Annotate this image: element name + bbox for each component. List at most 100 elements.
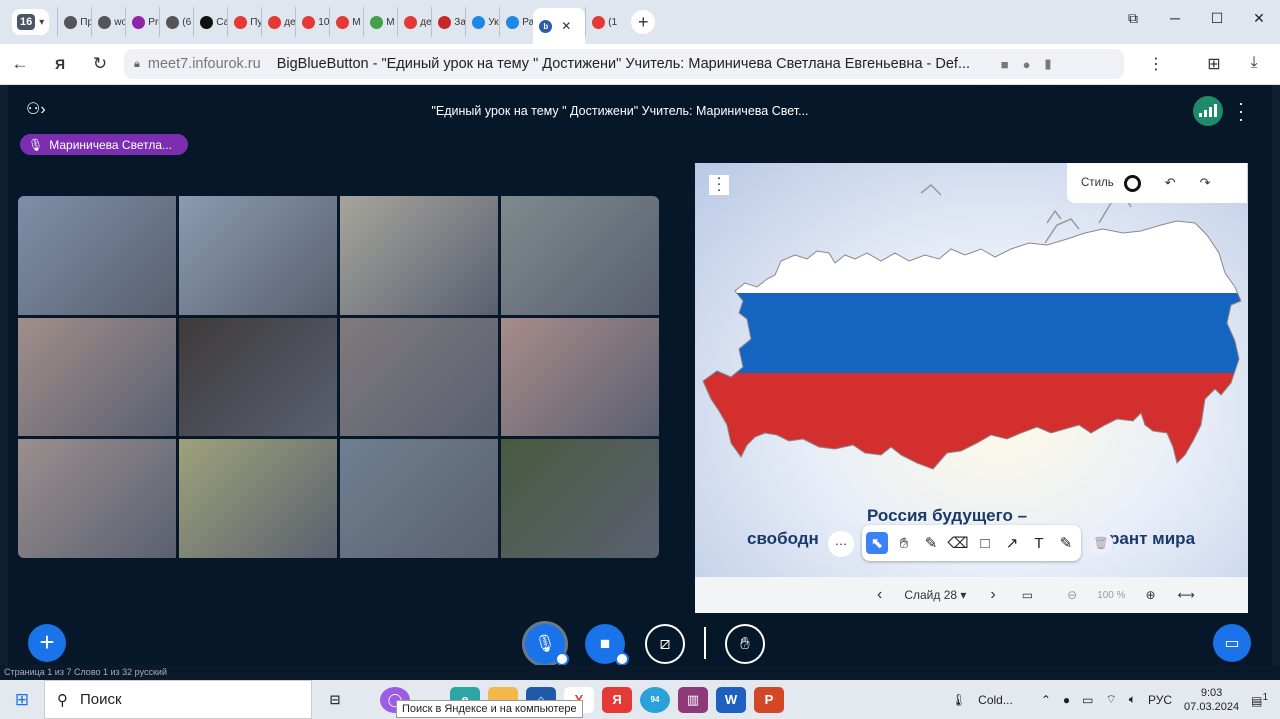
browser-tab[interactable]: Пу [227,7,261,37]
talking-user-name: Мариничева Светла... [49,137,173,152]
participant-video-tile[interactable] [340,317,498,437]
browser-tab-active[interactable]: b ✕ [533,8,586,44]
task-view-icon[interactable]: ⊟ [320,687,350,713]
network-icon[interactable]: ⌔ [1106,692,1117,707]
volume-icon[interactable]: 🔈︎ [1129,692,1136,707]
browser-tab[interactable]: За [431,7,465,37]
select-tool-icon[interactable]: ⬉ [866,532,888,554]
browser-tab[interactable]: (6 [159,7,193,37]
maximize-button[interactable]: ☐ [1196,10,1238,27]
eraser-icon[interactable]: ⌫ [947,532,969,554]
minimize-button[interactable]: ─ [1154,10,1196,26]
battery-icon[interactable]: ▭ [1082,693,1093,707]
weather-label[interactable]: Cold... [978,693,1013,707]
menu-dots-icon[interactable]: ⋮ [1136,54,1176,74]
collections-icon[interactable]: ⧉ [1112,10,1154,27]
slide-thumbnail-icon[interactable]: ▭ [1022,588,1033,602]
zoom-out-icon[interactable]: ⊖ [1067,588,1077,602]
participant-video-tile[interactable] [340,439,498,558]
notifications-icon[interactable]: ▤1 [1251,692,1268,708]
tab-label: М [386,16,395,28]
powerpoint-icon[interactable]: P [754,686,784,713]
browser-tab[interactable]: Пр [57,7,91,37]
download-icon[interactable]: ⤓ [1234,54,1274,74]
new-tab-button[interactable]: + [631,10,656,34]
divider [704,627,706,659]
winrar-icon[interactable]: ▥ [678,686,708,713]
yandex-icon[interactable]: Я [602,686,632,713]
browser-tab[interactable]: Ук [465,7,499,37]
browser-tab[interactable]: (1 [585,7,619,37]
close-tab-icon[interactable]: ✕ [561,19,571,33]
video-settings-badge[interactable] [615,652,629,666]
microphone-icon[interactable]: ● [1023,57,1031,72]
presentation-menu-icon[interactable]: · · · [709,170,729,197]
participant-video-tile[interactable] [501,317,659,437]
back-button[interactable]: ← [0,54,40,74]
pan-hand-icon[interactable]: ✋︎ [893,532,915,554]
audio-settings-badge[interactable] [555,652,569,666]
participant-video-tile[interactable] [179,196,337,315]
browser-tab[interactable]: Са [193,7,227,37]
participant-video-tile[interactable] [18,196,176,315]
bookmark-icon[interactable]: ▮ [1044,56,1051,72]
telegram-icon[interactable]: 94 [640,686,670,713]
arrow-icon[interactable]: ↗ [1001,532,1023,554]
more-tools-button[interactable]: … [828,531,854,557]
participant-video-tile[interactable] [18,439,176,558]
clock[interactable]: 9:03 07.03.2024 [1184,686,1239,714]
language-indicator[interactable]: РУС [1148,693,1172,707]
rectangle-icon[interactable]: □ [974,532,996,554]
pencil-icon[interactable]: ✎ [920,532,942,554]
chevron-up-icon[interactable]: ⌃ [1041,693,1051,707]
browser-tab[interactable]: Pri [125,7,159,37]
zoom-in-icon[interactable]: ⊕ [1146,588,1156,602]
options-menu-icon[interactable]: · · · [1238,94,1244,128]
taskbar-search[interactable]: ⚲ Поиск [44,680,312,719]
redo-icon[interactable]: ↷ [1200,175,1211,191]
participant-video-tile[interactable] [179,317,337,437]
tab-label: Ра [522,16,534,28]
browser-tab[interactable]: М [363,7,397,37]
next-slide-icon[interactable]: › [990,586,995,604]
camera-button[interactable]: ■ [585,624,629,666]
raise-hand-button[interactable]: ✋︎ [725,624,765,664]
camera-icon[interactable]: ■ [1001,57,1009,72]
yandex-home-icon[interactable]: Я [40,56,80,72]
bigbluebutton-icon: b [539,19,553,33]
sticky-note-icon[interactable]: ✎ [1055,532,1077,554]
weather-icon[interactable]: 🌡︎ [951,693,966,707]
participant-video-tile[interactable] [18,317,176,437]
url-field[interactable]: 🔒︎ meet7.infourok.ru BigBlueButton - "Ед… [124,49,1124,79]
microphone-button[interactable]: 🎙︎ [525,624,569,666]
browser-tab[interactable]: де [261,7,295,37]
mic-tray-icon[interactable]: ● [1063,693,1070,707]
participant-video-tile[interactable] [340,196,498,315]
participant-video-tile[interactable] [179,439,337,558]
reload-button[interactable]: ↻ [80,54,120,74]
windows-start-icon[interactable]: ⊞ [0,690,44,710]
connection-status-button[interactable] [1193,96,1223,126]
actions-plus-button[interactable]: + [28,624,66,662]
delete-icon[interactable]: 🗑︎ [1089,531,1113,555]
tab-count-button[interactable]: 16 ▾ [12,9,50,35]
browser-tab[interactable]: Ра [499,7,533,37]
text-tool-icon[interactable]: T [1028,532,1050,554]
talking-indicator[interactable]: 🎙︎ Мариничева Светла... [20,134,189,155]
participant-video-tile[interactable] [501,439,659,558]
undo-icon[interactable]: ↶ [1165,175,1176,191]
browser-tab[interactable]: wo [91,7,125,37]
participant-video-tile[interactable] [501,196,659,315]
prev-slide-icon[interactable]: ‹ [877,586,882,604]
browser-tab[interactable]: де [397,7,431,37]
browser-tab[interactable]: 10 [295,7,329,37]
fit-width-icon[interactable]: ⟷ [1178,588,1195,602]
presentation-toggle-button[interactable]: ▭ [1213,624,1251,662]
slide-selector[interactable]: Слайд 28 ▾ [904,588,966,602]
stroke-style-icon[interactable] [1123,174,1141,192]
word-icon[interactable]: W [716,686,746,713]
screen-share-button[interactable]: ⧄ [645,624,685,664]
close-window-button[interactable]: ✕ [1238,10,1280,27]
downloads-manager-icon[interactable]: ⊞ [1194,54,1234,74]
browser-tab[interactable]: М [329,7,363,37]
